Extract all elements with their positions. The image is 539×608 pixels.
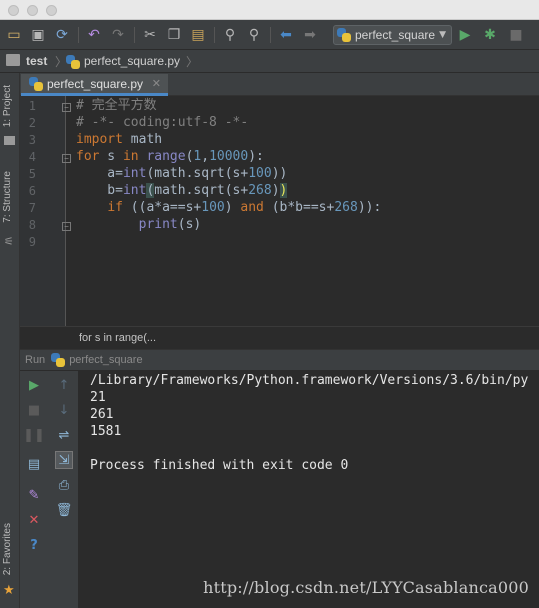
tab-perfect-square[interactable]: perfect_square.py ✕ bbox=[21, 74, 168, 96]
find-icon[interactable]: ⚲ bbox=[220, 25, 240, 45]
toolbar-separator bbox=[134, 27, 135, 43]
redo-icon[interactable]: ↷ bbox=[108, 25, 128, 45]
chevron-down-icon: ▼ bbox=[439, 30, 446, 40]
python-file-icon bbox=[66, 55, 80, 69]
console-line: 21 bbox=[90, 390, 106, 405]
replace-icon[interactable]: ⚲ bbox=[244, 25, 264, 45]
line-number: 8 bbox=[28, 218, 36, 232]
code-editor[interactable]: 1 2 3 4 5 6 7 8 9 − − − # 完全平方数 # -*- co… bbox=[20, 96, 539, 349]
run-configuration-select[interactable]: perfect_square ▼ bbox=[333, 25, 452, 45]
watermark-text: http://blog.csdn.net/LYYCasablanca000 bbox=[203, 578, 529, 597]
breadcrumb-project[interactable]: test bbox=[26, 54, 47, 68]
code-line-7: if ((a*a==s+100) and (b*b==s+268)): bbox=[107, 200, 382, 215]
scroll-to-end-icon[interactable]: ⇲ bbox=[55, 451, 73, 469]
pause-icon[interactable]: ❚❚ bbox=[23, 426, 45, 444]
title-bar bbox=[0, 0, 539, 20]
breadcrumb-file[interactable]: perfect_square.py bbox=[84, 54, 180, 68]
down-arrow-icon[interactable]: ↓ bbox=[55, 401, 73, 419]
open-folder-icon[interactable]: ▭ bbox=[4, 25, 24, 45]
ide-window: ▭ ▣ ⟳ ↶ ↷ ✂ ❐ ▤ ⚲ ⚲ ⬅ ➡ ▶ ✱ ■ perfect_sq… bbox=[0, 0, 539, 608]
toolbar-separator bbox=[78, 27, 79, 43]
run-panel-config[interactable]: perfect_square bbox=[69, 354, 142, 366]
folder-icon bbox=[6, 54, 20, 66]
line-number: 7 bbox=[28, 201, 36, 215]
minimize-window-button[interactable] bbox=[27, 5, 38, 16]
cut-icon[interactable]: ✂ bbox=[140, 25, 160, 45]
rerun-icon[interactable]: ▶ bbox=[25, 376, 43, 394]
python-file-icon bbox=[51, 353, 66, 367]
code-line-4: for s in range(1,10000): bbox=[76, 149, 264, 164]
console-line: /Library/Frameworks/Python.framework/Ver… bbox=[90, 373, 529, 388]
run-panel-header: Run perfect_square bbox=[20, 349, 539, 371]
copy-icon[interactable]: ❐ bbox=[164, 25, 184, 45]
python-file-icon bbox=[337, 28, 351, 42]
pin-icon[interactable]: ✎ bbox=[25, 486, 43, 504]
console-line: Process finished with exit code 0 bbox=[90, 458, 349, 473]
stop-icon[interactable]: ■ bbox=[506, 25, 526, 45]
code-line-3: import math bbox=[76, 132, 163, 147]
stop-icon[interactable]: ■ bbox=[25, 401, 43, 419]
line-number: 5 bbox=[28, 167, 36, 181]
code-line-8: print(s) bbox=[138, 217, 202, 232]
left-tool-strip: 1: Project 7: Structure ⚟ 2: Favorites ★ bbox=[0, 73, 20, 608]
line-number: 6 bbox=[28, 184, 36, 198]
clear-all-icon[interactable]: 🗑 bbox=[55, 501, 73, 519]
breadcrumb-chevron-icon: 〉 bbox=[186, 55, 199, 69]
tab-label: perfect_square.py bbox=[47, 76, 144, 91]
run-console-output[interactable]: /Library/Frameworks/Python.framework/Ver… bbox=[78, 371, 539, 608]
navigation-bar: test 〉 perfect_square.py 〉 bbox=[0, 50, 539, 73]
close-tab-icon[interactable]: ✕ bbox=[152, 77, 161, 90]
line-number: 1 bbox=[28, 99, 36, 113]
code-line-5: a=int(math.sqrt(s+100)) bbox=[76, 166, 288, 181]
dump-threads-icon[interactable]: ▤ bbox=[25, 455, 43, 473]
line-number-gutter: 1 2 3 4 5 6 7 8 9 bbox=[20, 96, 66, 349]
soft-wrap-icon[interactable]: ⇌ bbox=[55, 426, 73, 444]
editor-breadcrumb-label[interactable]: for s in range(... bbox=[79, 332, 156, 344]
favorites-tool-button[interactable]: 2: Favorites bbox=[2, 523, 13, 575]
structure-tool-button[interactable]: 7: Structure bbox=[2, 171, 13, 223]
python-file-icon bbox=[29, 76, 43, 91]
paste-icon[interactable]: ▤ bbox=[188, 25, 208, 45]
editor-tab-bar: perfect_square.py ✕ bbox=[20, 73, 539, 96]
project-icon bbox=[4, 136, 15, 145]
run-icon[interactable]: ▶ bbox=[455, 25, 475, 45]
project-tool-button[interactable]: 1: Project bbox=[2, 85, 13, 127]
toolbar-separator bbox=[214, 27, 215, 43]
star-icon: ★ bbox=[3, 583, 15, 598]
run-configuration-label: perfect_square bbox=[355, 28, 436, 42]
fold-marker-icon[interactable]: − bbox=[62, 154, 71, 163]
console-line: 1581 bbox=[90, 424, 122, 439]
line-number: 9 bbox=[28, 235, 36, 249]
zoom-window-button[interactable] bbox=[46, 5, 57, 16]
code-line-6: b=int(math.sqrt(s+268)) bbox=[76, 183, 288, 198]
code-line-2: # -*- coding:utf-8 -*- bbox=[76, 115, 249, 130]
line-number: 2 bbox=[28, 116, 36, 130]
close-window-button[interactable] bbox=[8, 5, 19, 16]
up-arrow-icon[interactable]: ↑ bbox=[55, 376, 73, 394]
run-panel-title: Run bbox=[25, 354, 46, 366]
sync-icon[interactable]: ⟳ bbox=[52, 25, 72, 45]
forward-icon[interactable]: ➡ bbox=[300, 25, 320, 45]
run-panel-toolbar: ▶ ■ ❚❚ ▤ ✎ ✕ ? ↑ ↓ ⇌ ⇲ ⎙ 🗑 bbox=[20, 371, 78, 608]
fold-marker-icon[interactable]: − bbox=[62, 222, 71, 231]
debug-icon[interactable]: ✱ bbox=[480, 25, 500, 45]
editor-breadcrumb: for s in range(... bbox=[20, 326, 539, 349]
code-line-1: # 完全平方数 bbox=[76, 98, 157, 113]
help-icon[interactable]: ? bbox=[25, 536, 43, 554]
console-line: 261 bbox=[90, 407, 114, 422]
undo-icon[interactable]: ↶ bbox=[84, 25, 104, 45]
main-toolbar: ▭ ▣ ⟳ ↶ ↷ ✂ ❐ ▤ ⚲ ⚲ ⬅ ➡ ▶ ✱ ■ bbox=[0, 20, 539, 50]
toolbar-separator bbox=[270, 27, 271, 43]
close-icon[interactable]: ✕ bbox=[25, 511, 43, 529]
line-number: 4 bbox=[28, 150, 36, 164]
fold-marker-icon[interactable]: − bbox=[62, 103, 71, 112]
structure-icon: ⚟ bbox=[4, 235, 14, 248]
line-number: 3 bbox=[28, 133, 36, 147]
back-icon[interactable]: ⬅ bbox=[276, 25, 296, 45]
print-icon[interactable]: ⎙ bbox=[55, 476, 73, 494]
save-icon[interactable]: ▣ bbox=[28, 25, 48, 45]
